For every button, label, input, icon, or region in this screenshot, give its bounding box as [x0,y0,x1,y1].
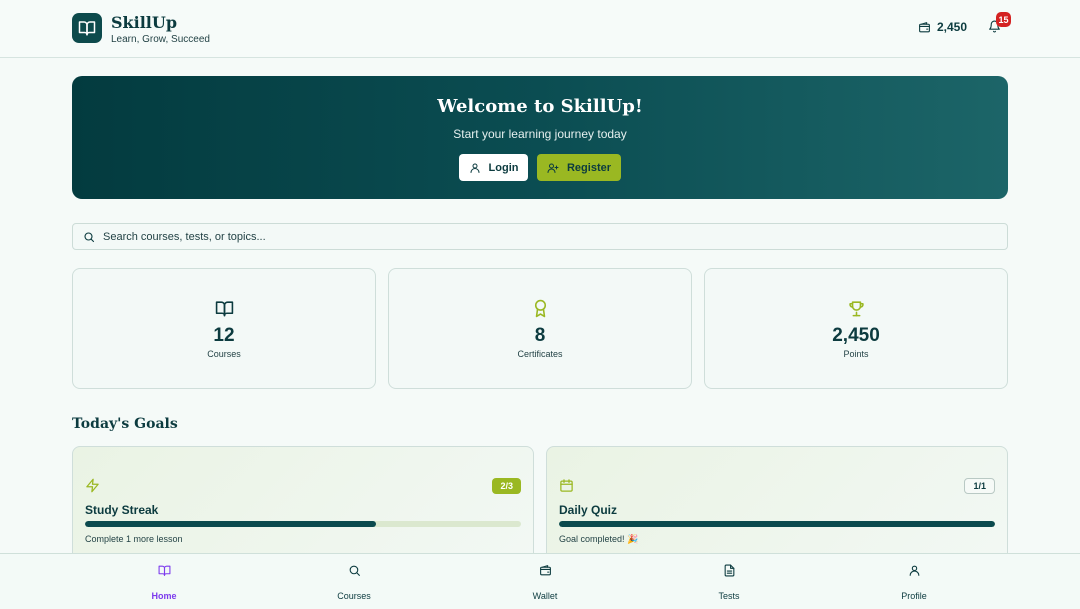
file-text-icon [724,564,734,577]
login-button[interactable]: Login [459,154,528,181]
nav-item-courses[interactable]: Courses [309,564,399,601]
nav-item-wallet[interactable]: Wallet [500,564,590,601]
goal-progress-fill [85,521,376,527]
stat-value: 12 [213,325,235,346]
goal-title: Study Streak [85,503,159,517]
notification-badge: 15 [996,12,1011,27]
brand-name: SkillUp [111,13,178,32]
stat-card-courses[interactable]: 12 Courses [72,268,376,389]
search-icon [84,231,95,242]
nav-item-home[interactable]: Home [119,564,209,601]
app-header: SkillUp Learn, Grow, Succeed 2,450 15 [0,0,1080,58]
stat-value: 2,450 [832,325,880,346]
register-button[interactable]: Register [537,154,621,181]
welcome-subtitle: Start your learning journey today [453,127,627,141]
stat-label: Courses [207,349,241,359]
stat-card-certificates[interactable]: 8 Certificates [388,268,692,389]
stat-label: Points [843,349,869,359]
goal-progress-bar [559,521,995,527]
goal-progress-fill [559,521,995,527]
welcome-banner: Welcome to SkillUp! Start your learning … [72,76,1008,199]
book-open-icon [158,565,170,576]
lightning-icon [86,478,99,493]
nav-label: Courses [337,591,371,601]
nav-label: Wallet [532,591,558,601]
stat-card-points[interactable]: 2,450 Points [704,268,1008,389]
calendar-icon [560,479,573,492]
goal-card-study-streak[interactable]: 2/3 Study Streak Complete 1 more lesson [72,446,534,566]
goals-section-title: Today's Goals [72,416,178,432]
wallet-icon [919,21,930,32]
user-icon [909,565,919,576]
register-label: Register [566,161,612,174]
trophy-icon [848,301,864,317]
stat-value: 8 [534,325,546,346]
nav-label: Tests [718,591,740,601]
login-label: Login [488,161,519,174]
goal-note: Complete 1 more lesson [85,534,183,544]
wallet-balance: 2,450 [937,20,968,34]
goal-card-daily-quiz[interactable]: 1/1 Daily Quiz Goal completed! 🎉 [546,446,1008,566]
goal-note: Goal completed! 🎉 [559,534,639,544]
welcome-title: Welcome to SkillUp! [437,96,643,117]
nav-label: Home [151,591,177,601]
bottom-navigation: Home Courses Wallet Tests Profile [0,553,1080,609]
wallet-icon [539,565,551,576]
goal-title: Daily Quiz [559,503,618,517]
search-bar [72,223,1008,250]
search-icon [349,565,360,576]
nav-label: Profile [901,591,927,601]
logo[interactable] [72,13,102,43]
brand-tagline: Learn, Grow, Succeed [111,34,210,45]
wallet-balance-button[interactable]: 2,450 [918,20,967,34]
book-open-icon [78,21,96,36]
search-input[interactable] [103,230,983,243]
goal-progress-badge: 1/1 [964,478,995,494]
user-plus-icon [547,163,559,173]
user-icon [470,163,480,173]
nav-item-profile[interactable]: Profile [869,564,959,601]
nav-item-tests[interactable]: Tests [684,564,774,601]
goal-progress-bar [85,521,521,527]
book-open-icon [215,301,233,317]
stat-label: Certificates [517,349,563,359]
award-icon [534,299,546,318]
goal-progress-badge: 2/3 [492,478,521,494]
